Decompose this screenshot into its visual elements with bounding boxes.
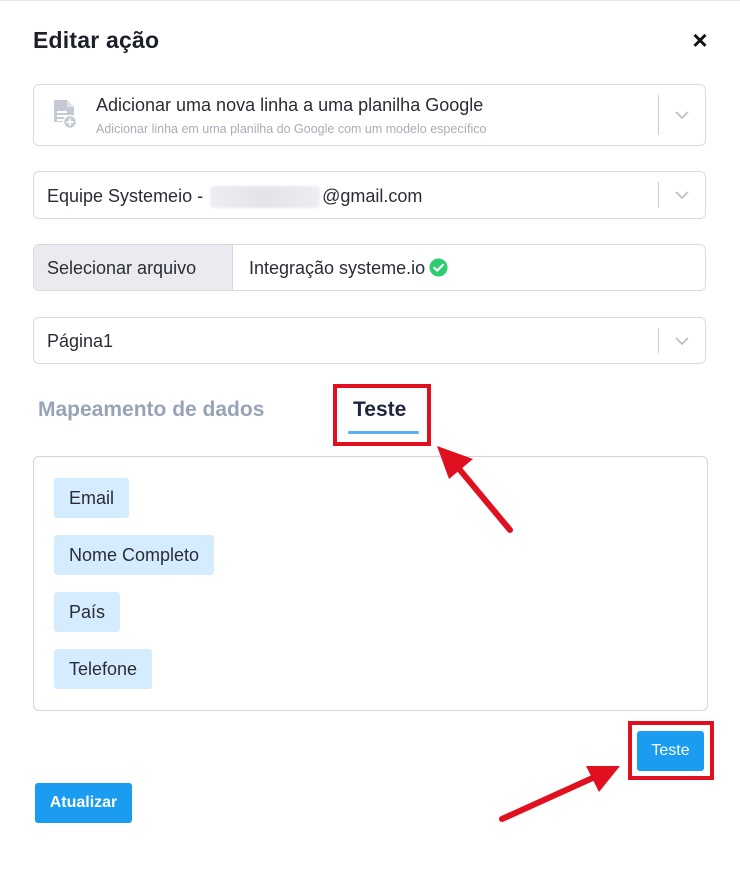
chevron-down-icon[interactable]: [673, 187, 691, 203]
select-separator: [658, 182, 659, 208]
test-fields-panel: Email Nome Completo País Telefone: [33, 456, 708, 711]
field-chip-phone[interactable]: Telefone: [54, 649, 153, 689]
action-select-description: Adicionar linha em uma planilha do Googl…: [96, 122, 487, 136]
update-button[interactable]: Atualizar: [35, 783, 132, 823]
sheet-select[interactable]: Página1: [33, 317, 706, 364]
account-select-value: Equipe Systemeio - @gmail.com: [47, 186, 423, 209]
select-separator: [658, 328, 659, 353]
check-circle-icon: [429, 258, 448, 277]
tab-data-mapping[interactable]: Mapeamento de dados: [38, 398, 264, 422]
chevron-down-icon[interactable]: [673, 333, 691, 349]
action-select[interactable]: Adicionar uma nova linha a uma planilha …: [33, 84, 706, 146]
close-icon[interactable]: ×: [688, 26, 712, 54]
selected-file: Integração systeme.io: [249, 258, 448, 279]
sheet-select-value: Página1: [47, 331, 114, 351]
field-chip-email[interactable]: Email: [54, 478, 130, 518]
chevron-down-icon[interactable]: [673, 107, 691, 123]
file-selector: Selecionar arquivo Integração systeme.io: [33, 244, 706, 291]
select-separator: [658, 95, 659, 135]
selected-file-name: Integração systeme.io: [249, 258, 426, 278]
test-button-highlight-box: [628, 721, 714, 780]
modal-title: Editar ação: [33, 27, 160, 53]
arrow-to-test-button: [499, 766, 620, 822]
add-row-document-icon: [54, 100, 78, 130]
tab-highlight-box: [333, 384, 431, 446]
field-chip-country[interactable]: País: [54, 592, 121, 632]
account-select[interactable]: Equipe Systemeio - @gmail.com: [33, 171, 706, 219]
account-suffix: @gmail.com: [322, 186, 423, 206]
select-file-button[interactable]: Selecionar arquivo: [34, 245, 233, 290]
field-chip-full-name[interactable]: Nome Completo: [54, 535, 215, 575]
action-select-label: Adicionar uma nova linha a uma planilha …: [96, 95, 484, 115]
top-divider: [0, 0, 740, 1]
redacted-email: [210, 186, 321, 209]
account-prefix: Equipe Systemeio -: [47, 186, 209, 206]
